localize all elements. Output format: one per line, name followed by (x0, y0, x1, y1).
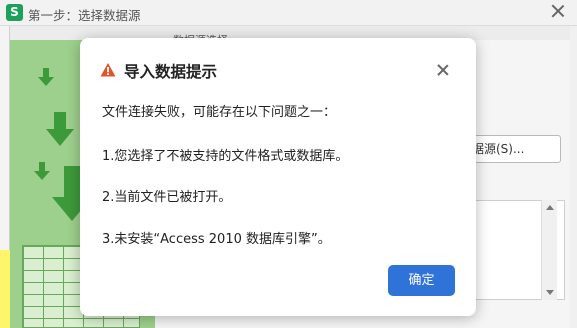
message-intro: 文件连接失败，可能存在以下问题之一： (102, 105, 337, 120)
window-close-icon[interactable] (550, 3, 566, 19)
message-item-1: 1.您选择了不被支持的文件格式或数据库。 (102, 149, 349, 164)
message-item-2: 2.当前文件已被打开。 (102, 190, 232, 205)
warning-triangle-icon (100, 63, 116, 77)
window-titlebar: S 第一步：选择数据源 (0, 0, 577, 26)
scroll-down-icon[interactable] (546, 290, 554, 295)
message-item-3: 3.未安装“Access 2010 数据库引擎”。 (102, 232, 331, 247)
scrollbar[interactable] (541, 200, 557, 300)
yellow-band (0, 250, 10, 328)
choose-source-button[interactable]: 据源(S)... (461, 135, 561, 163)
right-edge-strip (570, 26, 577, 328)
dialog-title: 导入数据提示 (124, 63, 218, 81)
close-icon[interactable] (435, 62, 451, 78)
import-data-alert-dialog: 导入数据提示 文件连接失败，可能存在以下问题之一： 1.您选择了不被支持的文件格… (80, 38, 476, 316)
app-icon: S (6, 4, 23, 21)
window-title: 第一步：选择数据源 (28, 8, 141, 23)
scroll-up-icon[interactable] (546, 205, 554, 210)
ok-button[interactable]: 确定 (388, 265, 455, 296)
